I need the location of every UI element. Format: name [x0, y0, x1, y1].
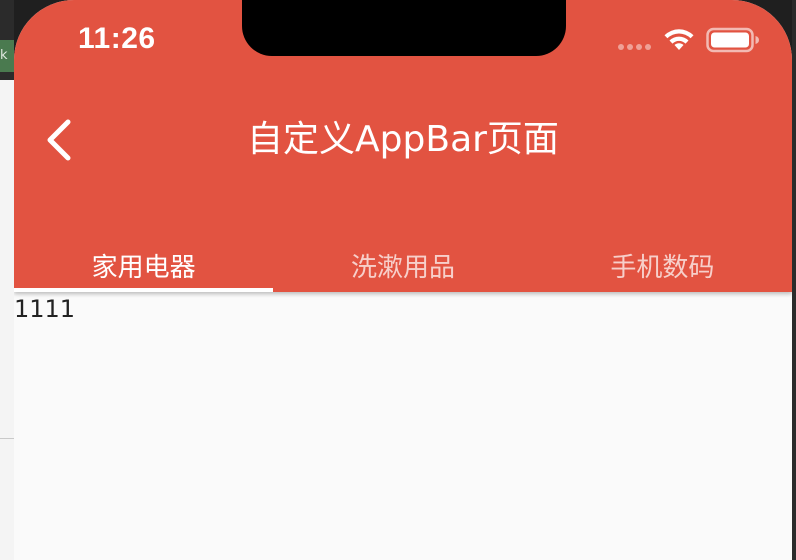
status-time: 11:26 [78, 22, 156, 55]
phone-screen: 11:26 自定义AppBar页面 家用电器 洗漱用品 手机数码 1111 [14, 0, 792, 560]
desktop-background-left: k [0, 0, 14, 560]
tab-bar: 家用电器 洗漱用品 手机数码 [14, 244, 792, 292]
tab-label: 手机数码 [610, 253, 715, 283]
desktop-divider [0, 438, 14, 439]
desktop-editor-tab-label: k [0, 48, 8, 63]
tab-label: 家用电器 [91, 253, 196, 283]
desktop-background-right [792, 0, 796, 560]
tab-label: 洗漱用品 [350, 253, 455, 283]
desktop-toolbar-strip-lower [0, 72, 14, 80]
wifi-icon [664, 29, 694, 50]
battery-icon [706, 27, 759, 53]
tab-mobile-digital[interactable]: 手机数码 [533, 244, 792, 292]
desktop-editor-tab[interactable]: k [0, 40, 14, 72]
app-bar: 11:26 自定义AppBar页面 家用电器 洗漱用品 手机数码 [14, 0, 792, 292]
tab-toiletries[interactable]: 洗漱用品 [273, 244, 532, 292]
signal-dots-icon [618, 44, 651, 50]
desktop-toolbar-strip [0, 0, 14, 40]
tab-household-appliances[interactable]: 家用电器 [14, 244, 274, 292]
page-title: 自定义AppBar页面 [247, 119, 559, 160]
device-notch [242, 0, 566, 56]
tab-content-text: 1111 [14, 295, 76, 323]
